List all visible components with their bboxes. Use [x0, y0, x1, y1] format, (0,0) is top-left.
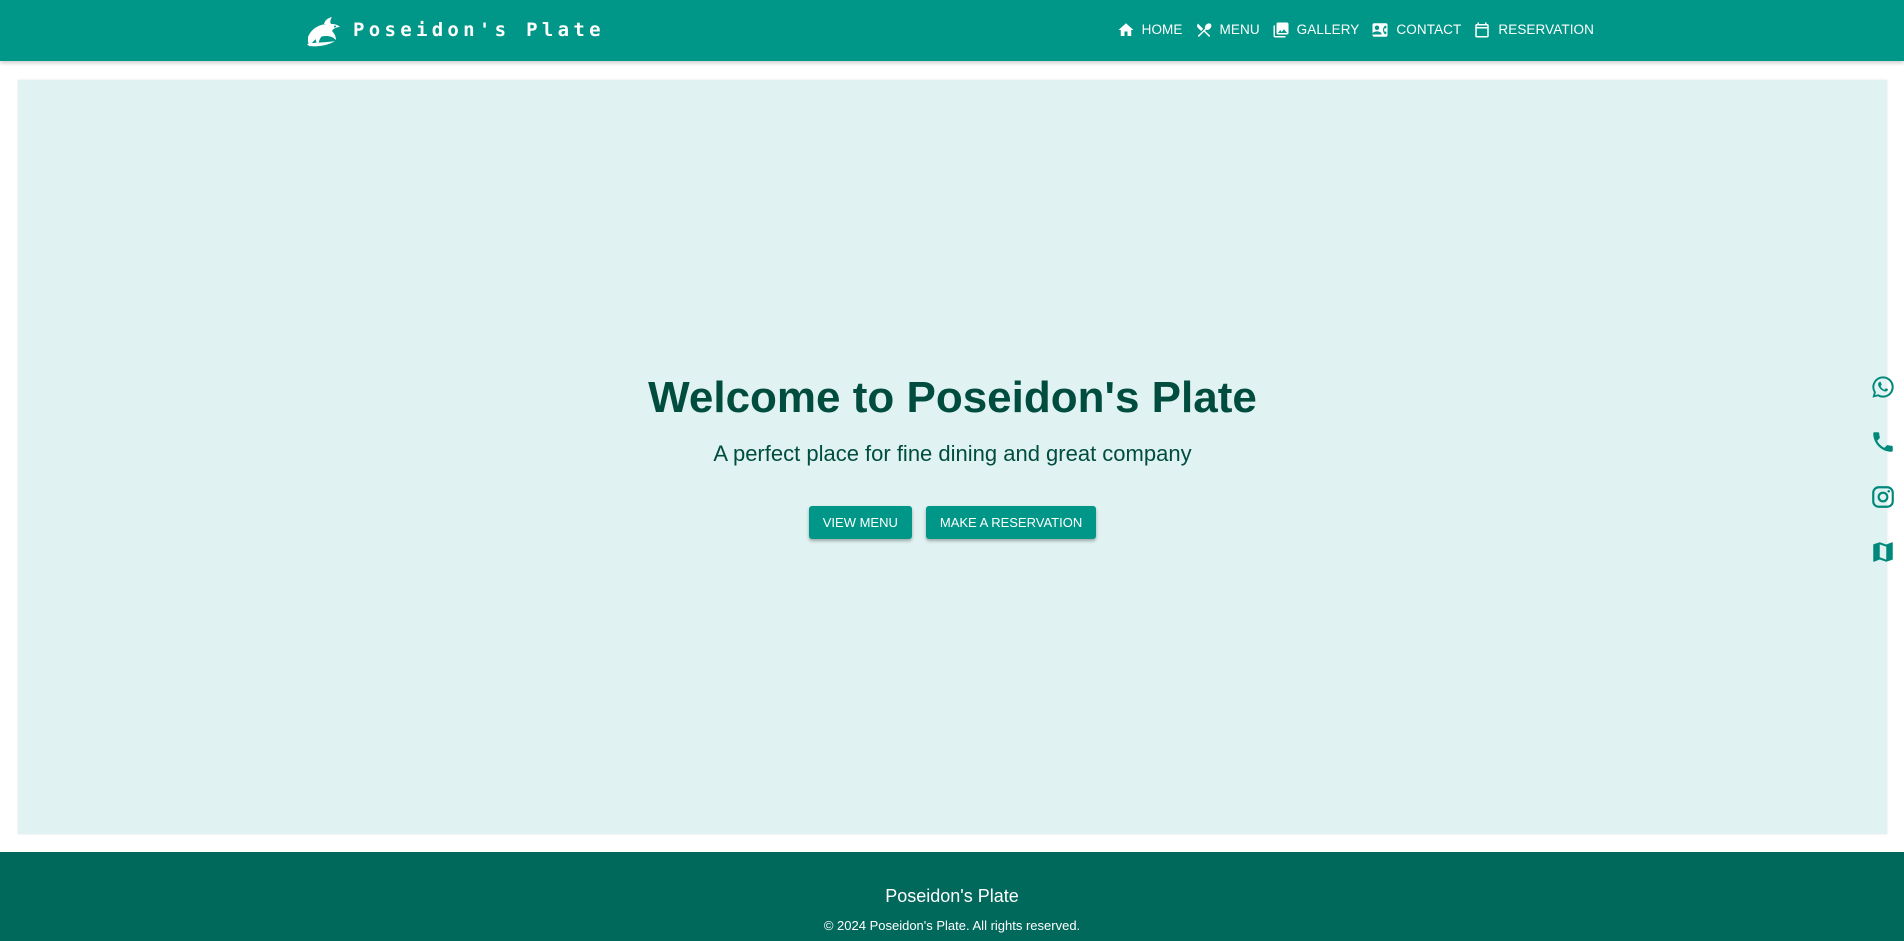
nav-reservation-label: RESERVATION: [1498, 22, 1594, 37]
contact-card-icon: [1372, 22, 1388, 37]
nav-home[interactable]: HOME: [1117, 21, 1183, 39]
nav-gallery[interactable]: GALLERY: [1272, 21, 1360, 39]
make-reservation-button[interactable]: MAKE A RESERVATION: [925, 506, 1097, 539]
view-menu-button[interactable]: VIEW MENU: [808, 506, 912, 539]
whatsapp-icon[interactable]: [1870, 374, 1896, 400]
calendar-icon: [1475, 22, 1490, 37]
footer: Poseidon's Plate © 2024 Poseidon's Plate…: [0, 852, 1904, 941]
nav-gallery-label: GALLERY: [1296, 22, 1360, 37]
social-sidebar: [1870, 374, 1900, 594]
instagram-icon[interactable]: [1870, 484, 1896, 510]
restaurant-icon: [1196, 22, 1211, 37]
footer-title: Poseidon's Plate: [885, 886, 1019, 906]
top-app-bar: Poseidon's Plate HOME MENU GALLERY CONTA…: [0, 0, 1904, 61]
footer-copyright: © 2024 Poseidon's Plate. All rights rese…: [823, 918, 1081, 933]
nav-contact-label: CONTACT: [1396, 22, 1462, 37]
nav-contact[interactable]: CONTACT: [1371, 21, 1461, 39]
hero-title: Welcome to Poseidon's Plate: [648, 373, 1257, 422]
home-icon: [1118, 22, 1134, 36]
hero-subtitle: A perfect place for fine dining and grea…: [713, 441, 1192, 466]
dolphin-icon: [307, 17, 340, 47]
nav-reservation[interactable]: RESERVATION: [1473, 21, 1594, 39]
map-icon[interactable]: [1870, 539, 1896, 565]
nav-menu-label: MENU: [1219, 22, 1260, 37]
main-nav: HOME MENU GALLERY CONTACT RESERVATION: [1117, 0, 1594, 59]
nav-menu[interactable]: MENU: [1195, 21, 1260, 39]
hero-section: Welcome to Poseidon's Plate A perfect pl…: [18, 80, 1887, 834]
hero-actions: VIEW MENU MAKE A RESERVATION: [18, 506, 1887, 539]
gallery-icon: [1273, 22, 1289, 37]
brand-name: Poseidon's Plate: [353, 19, 605, 41]
brand[interactable]: Poseidon's Plate: [305, 12, 605, 48]
phone-icon[interactable]: [1870, 429, 1896, 455]
nav-home-label: HOME: [1141, 22, 1183, 37]
